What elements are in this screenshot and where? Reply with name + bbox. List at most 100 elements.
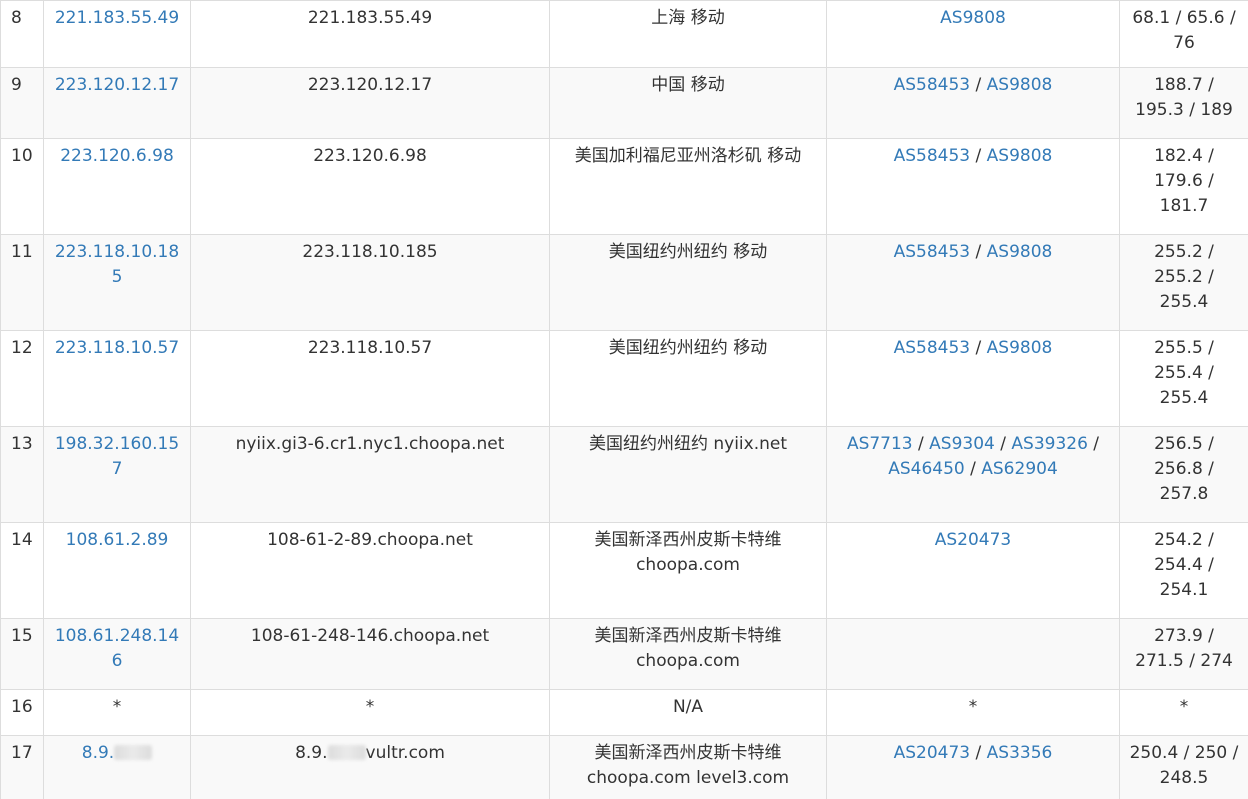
- asn-separator: /: [970, 242, 987, 262]
- table-row: 13 198.32.160.157 nyiix.gi3-6.cr1.nyc1.c…: [0, 426, 1248, 523]
- latency-line: 181.7: [1159, 196, 1209, 216]
- traceroute-table: 8 221.183.55.49 221.183.55.49 上海 移动 AS98…: [0, 0, 1248, 799]
- asn-link[interactable]: AS58453: [894, 242, 971, 262]
- location-cell: 美国新泽西州皮斯卡特维 choopa.com: [549, 618, 827, 690]
- latency-line: 271.5 / 274: [1135, 651, 1233, 671]
- asn-cell: AS20473: [826, 522, 1120, 619]
- ip-link[interactable]: 221.183.55.49: [55, 8, 179, 28]
- table-row: 16 * * N/A * *: [0, 689, 1248, 736]
- table-row: 11 223.118.10.185 223.118.10.185 美国纽约州纽约…: [0, 234, 1248, 331]
- latency-cell: 254.2 / 254.4 / 254.1: [1119, 522, 1248, 619]
- traceroute-table-body: 8 221.183.55.49 221.183.55.49 上海 移动 AS98…: [0, 0, 1248, 799]
- location-line: 上海 移动: [651, 8, 725, 28]
- asn-separator: /: [964, 459, 982, 479]
- latency-line: 179.6 /: [1154, 171, 1214, 191]
- location-cell: N/A: [549, 689, 827, 736]
- asn-cell: [826, 618, 1120, 690]
- asn-link[interactable]: AS39326: [1011, 434, 1088, 454]
- asn-separator: /: [970, 75, 987, 95]
- table-row: 12 223.118.10.57 223.118.10.57 美国纽约州纽约 移…: [0, 330, 1248, 427]
- latency-line: 254.2 /: [1154, 530, 1214, 550]
- asn-link[interactable]: AS9808: [987, 75, 1053, 95]
- asn-link[interactable]: AS58453: [894, 75, 971, 95]
- latency-cell: 255.5 / 255.4 / 255.4: [1119, 330, 1248, 427]
- ip-link[interactable]: 108.61.248.146: [55, 626, 179, 671]
- asn-cell: AS20473 / AS3356: [826, 735, 1120, 799]
- location-cell: 美国纽约州纽约 移动: [549, 234, 827, 331]
- asn-link[interactable]: AS9304: [929, 434, 995, 454]
- asn-cell: AS58453 / AS9808: [826, 330, 1120, 427]
- asn-separator: /: [912, 434, 930, 454]
- hostname-cell: 223.120.6.98: [190, 138, 550, 235]
- asn-cell: AS9808: [826, 0, 1120, 68]
- latency-cell: 256.5 / 256.8 / 257.8: [1119, 426, 1248, 523]
- hostname-cell: 223.118.10.185: [190, 234, 550, 331]
- ip-link[interactable]: 223.118.10.57: [55, 338, 179, 358]
- latency-line: 256.5 /: [1154, 434, 1214, 454]
- ip-link[interactable]: 223.120.12.17: [55, 75, 179, 95]
- latency-line: 256.8 /: [1154, 459, 1214, 479]
- latency-cell: 255.2 / 255.2 / 255.4: [1119, 234, 1248, 331]
- table-row: 15 108.61.248.146 108-61-248-146.choopa.…: [0, 618, 1248, 690]
- latency-line: 195.3 / 189: [1135, 100, 1233, 120]
- location-line: 美国纽约州纽约 移动: [608, 338, 768, 358]
- asn-link[interactable]: AS62904: [981, 459, 1058, 479]
- hop-number: 10: [0, 138, 44, 235]
- asn-link[interactable]: AS9808: [987, 242, 1053, 262]
- latency-line: 255.5 /: [1154, 338, 1214, 358]
- asn-separator: /: [970, 146, 987, 166]
- latency-cell: 273.9 / 271.5 / 274: [1119, 618, 1248, 690]
- hostname-cell: nyiix.gi3-6.cr1.nyc1.choopa.net: [190, 426, 550, 523]
- ip-link[interactable]: 108.61.2.89: [66, 530, 169, 550]
- asn-link[interactable]: AS58453: [894, 338, 971, 358]
- ip-cell: 8.9.: [43, 735, 191, 799]
- asn-link[interactable]: AS46450: [888, 459, 965, 479]
- ip-link[interactable]: 198.32.160.157: [55, 434, 179, 479]
- latency-cell: 250.4 / 250 / 248.5: [1119, 735, 1248, 799]
- hop-number: 12: [0, 330, 44, 427]
- hostname-cell: 8.9. vultr.com: [190, 735, 550, 799]
- ip-cell: 108.61.2.89: [43, 522, 191, 619]
- hop-number: 16: [0, 689, 44, 736]
- latency-line: 76: [1173, 33, 1195, 53]
- redacted-blur: [327, 745, 366, 760]
- location-line: choopa.com level3.com: [586, 768, 790, 788]
- asn-link[interactable]: AS9808: [987, 338, 1053, 358]
- latency-line: 182.4 /: [1154, 146, 1214, 166]
- asn-link[interactable]: AS58453: [894, 146, 971, 166]
- asn-link[interactable]: AS20473: [935, 530, 1012, 550]
- ip-link[interactable]: 223.118.10.185: [55, 242, 179, 287]
- location-cell: 中国 移动: [549, 67, 827, 139]
- asn-link[interactable]: AS20473: [894, 743, 971, 763]
- asn-separator: /: [970, 338, 987, 358]
- latency-line: 255.4 /: [1154, 363, 1214, 383]
- asn-cell: AS58453 / AS9808: [826, 234, 1120, 331]
- latency-line: 188.7 /: [1154, 75, 1214, 95]
- latency-cell: 182.4 / 179.6 / 181.7: [1119, 138, 1248, 235]
- ip-link[interactable]: 8.9.: [82, 743, 153, 763]
- asn-link[interactable]: AS3356: [987, 743, 1053, 763]
- redacted-blur: [114, 745, 153, 760]
- hop-number: 11: [0, 234, 44, 331]
- asn-link[interactable]: AS9808: [940, 8, 1006, 28]
- hop-number: 8: [0, 0, 44, 68]
- ip-link[interactable]: 223.120.6.98: [60, 146, 174, 166]
- hostname-cell: 108-61-248-146.choopa.net: [190, 618, 550, 690]
- ip-cell: 223.120.6.98: [43, 138, 191, 235]
- location-line: choopa.com: [636, 555, 740, 575]
- asn-separator: /: [970, 743, 987, 763]
- hop-number: 17: [0, 735, 44, 799]
- ip-cell: 223.118.10.185: [43, 234, 191, 331]
- asn-cell: AS58453 / AS9808: [826, 138, 1120, 235]
- hop-number: 9: [0, 67, 44, 139]
- ip-cell: 223.118.10.57: [43, 330, 191, 427]
- asn-link[interactable]: AS9808: [987, 146, 1053, 166]
- latency-line: 250.4 / 250 /: [1129, 743, 1239, 763]
- ip-cell: *: [43, 689, 191, 736]
- location-cell: 上海 移动: [549, 0, 827, 68]
- latency-cell: 188.7 / 195.3 / 189: [1119, 67, 1248, 139]
- table-row: 9 223.120.12.17 223.120.12.17 中国 移动 AS58…: [0, 67, 1248, 139]
- asn-link[interactable]: AS7713: [847, 434, 913, 454]
- location-line: 美国新泽西州皮斯卡特维: [594, 530, 782, 550]
- hostname-cell: 223.118.10.57: [190, 330, 550, 427]
